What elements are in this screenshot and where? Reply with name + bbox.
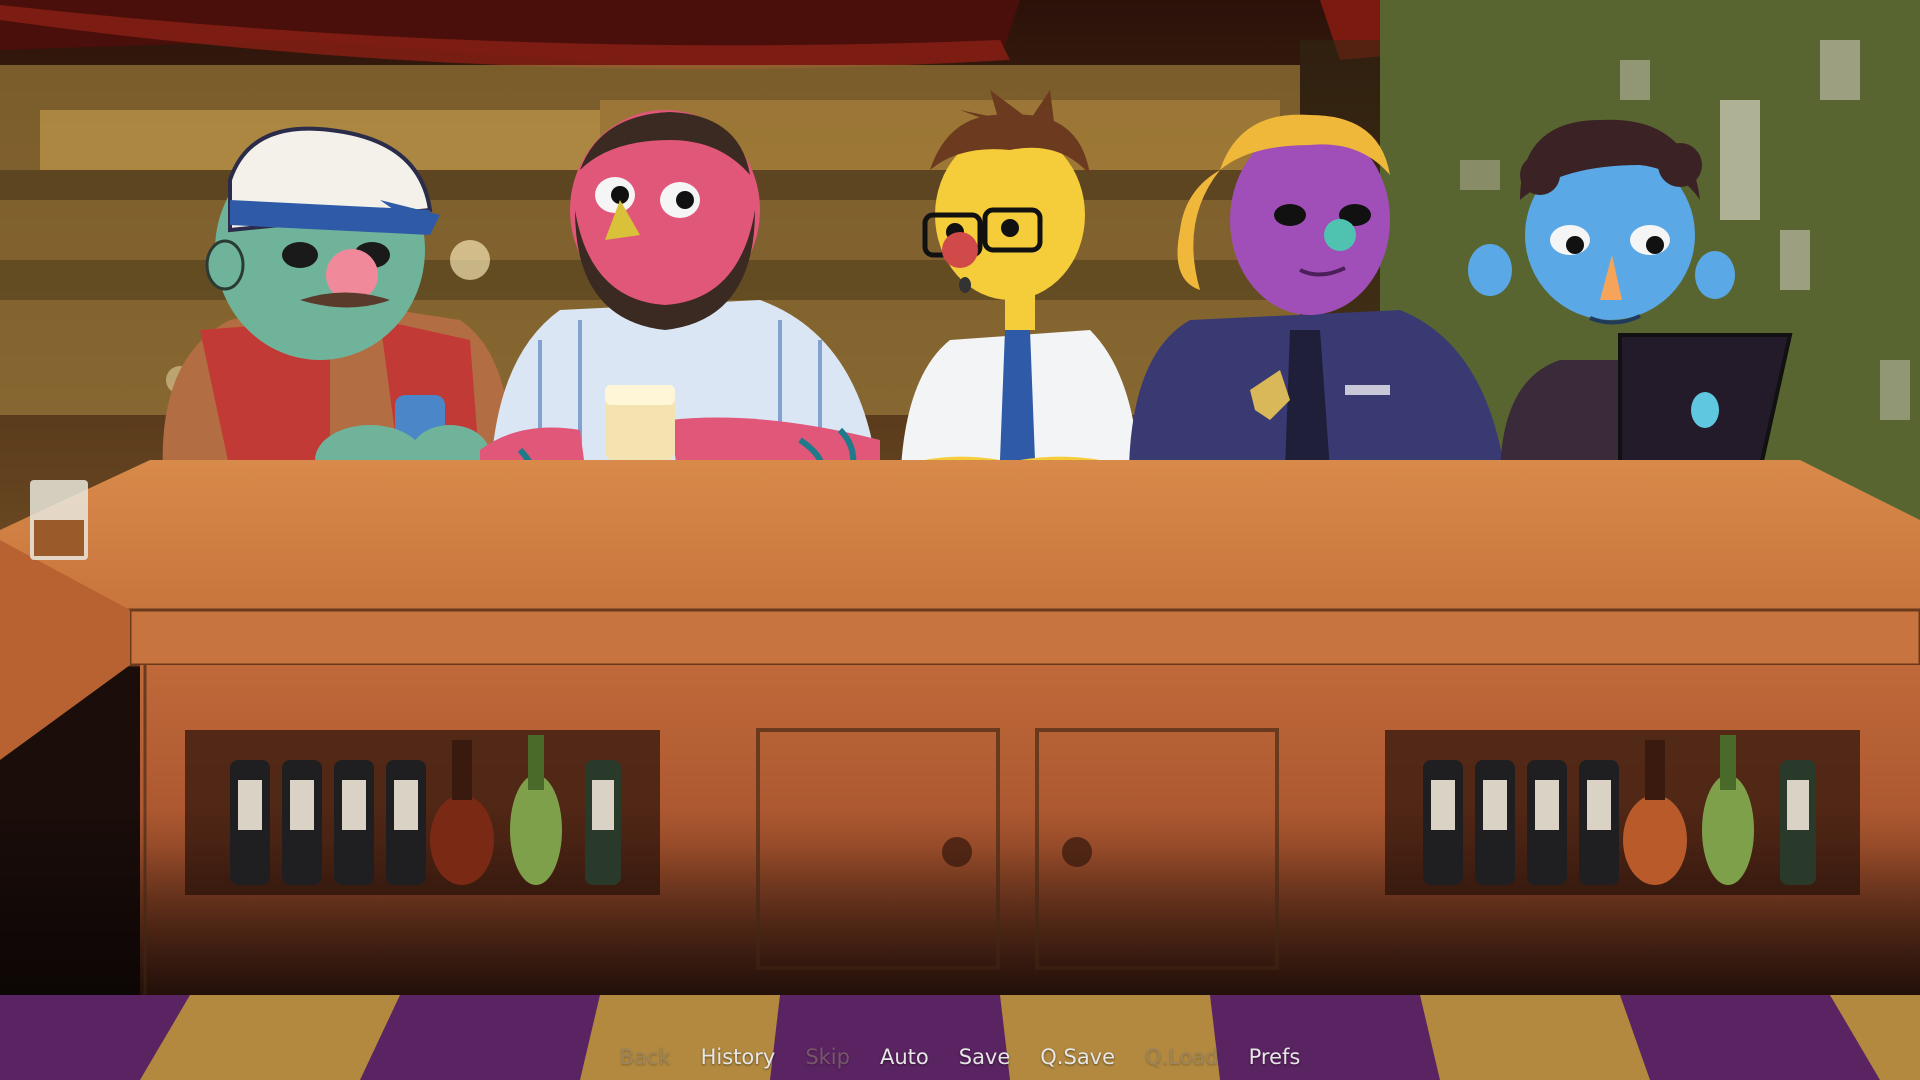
whiskey-glass — [30, 480, 88, 560]
bar-counter — [0, 460, 1920, 1000]
bar-scene-background — [0, 0, 1920, 1080]
quick-load-button[interactable]: Q.Load — [1130, 1035, 1234, 1073]
preferences-button[interactable]: Prefs — [1234, 1035, 1316, 1073]
quick-menu: Back History Skip Auto Save Q.Save Q.Loa… — [0, 1028, 1920, 1080]
game-stage[interactable]: Back History Skip Auto Save Q.Save Q.Loa… — [0, 0, 1920, 1080]
quick-save-button[interactable]: Q.Save — [1025, 1035, 1130, 1073]
history-button[interactable]: History — [686, 1035, 791, 1073]
back-button[interactable]: Back — [605, 1035, 686, 1073]
auto-button[interactable]: Auto — [865, 1035, 944, 1073]
skip-button[interactable]: Skip — [790, 1035, 865, 1073]
save-button[interactable]: Save — [944, 1035, 1026, 1073]
